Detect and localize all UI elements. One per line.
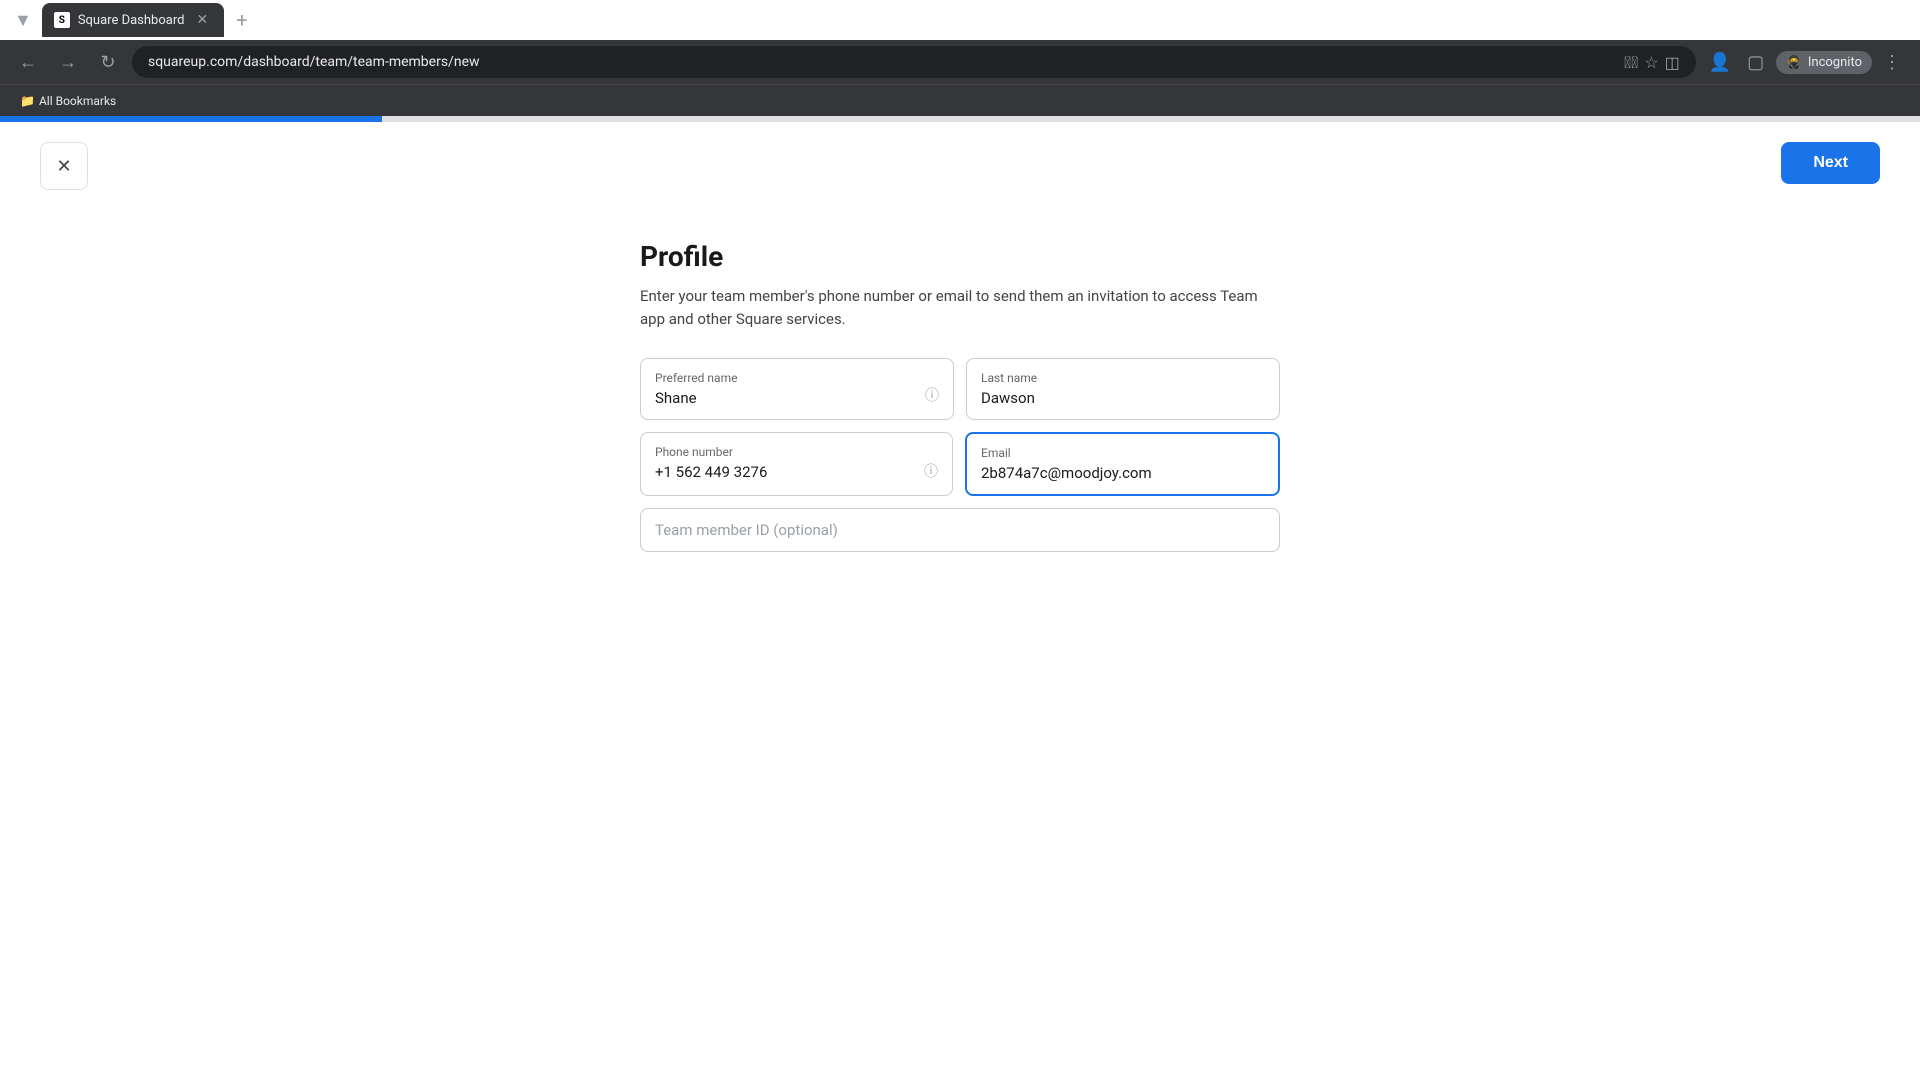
browser-chrome: ▼ S Square Dashboard ✕ + ← → ↻ squareup.… bbox=[0, 0, 1920, 116]
preferred-name-info-icon[interactable]: ⓘ bbox=[925, 385, 939, 405]
phone-info-icon[interactable]: ⓘ bbox=[924, 461, 938, 481]
bookmarks-folder[interactable]: 📁 All Bookmarks bbox=[12, 90, 124, 112]
tab-bar: ▼ S Square Dashboard ✕ + bbox=[0, 0, 1920, 40]
star-icon[interactable]: ☆ bbox=[1644, 53, 1658, 72]
email-field[interactable]: Email 2b874a7c@moodjoy.com bbox=[965, 432, 1280, 496]
tab-title: Square Dashboard bbox=[78, 13, 185, 28]
email-label: Email bbox=[981, 446, 1264, 460]
incognito-label: Incognito bbox=[1808, 55, 1862, 70]
team-id-row: Team member ID (optional) bbox=[640, 508, 1280, 552]
form-description: Enter your team member's phone number or… bbox=[640, 285, 1280, 330]
preferred-name-value: Shane bbox=[655, 389, 939, 407]
url-display: squareup.com/dashboard/team/team-members… bbox=[148, 54, 1616, 70]
top-bar: ✕ Next bbox=[40, 142, 1880, 190]
extension-icon[interactable]: ◫ bbox=[1665, 53, 1680, 72]
form-title: Profile bbox=[640, 240, 1280, 273]
close-button[interactable]: ✕ bbox=[40, 142, 88, 190]
address-bar[interactable]: squareup.com/dashboard/team/team-members… bbox=[132, 46, 1696, 78]
preferred-name-label: Preferred name bbox=[655, 371, 939, 385]
team-member-id-field[interactable]: Team member ID (optional) bbox=[640, 508, 1280, 552]
profile-button[interactable]: 👤 bbox=[1704, 46, 1736, 78]
last-name-label: Last name bbox=[981, 371, 1265, 385]
browser-toolbar: ← → ↻ squareup.com/dashboard/team/team-m… bbox=[0, 40, 1920, 84]
contact-row: Phone number +1 562 449 3276 ⓘ Email 2b8… bbox=[640, 432, 1280, 496]
bookmarks-label: All Bookmarks bbox=[39, 94, 116, 108]
toolbar-right: 👤 ▢ 🥷 Incognito ⋮ bbox=[1704, 46, 1908, 78]
phone-value: +1 562 449 3276 bbox=[655, 463, 938, 481]
sidebar-button[interactable]: ▢ bbox=[1740, 46, 1772, 78]
phone-field[interactable]: Phone number +1 562 449 3276 ⓘ bbox=[640, 432, 953, 496]
page-content: ✕ Next Profile Enter your team member's … bbox=[0, 122, 1920, 1080]
tab-dropdown-arrow[interactable]: ▼ bbox=[8, 6, 38, 35]
folder-icon: 📁 bbox=[20, 94, 35, 108]
last-name-field[interactable]: Last name Dawson bbox=[966, 358, 1280, 420]
email-value: 2b874a7c@moodjoy.com bbox=[981, 464, 1264, 482]
forward-button[interactable]: → bbox=[52, 46, 84, 78]
active-tab[interactable]: S Square Dashboard ✕ bbox=[42, 3, 224, 37]
address-bar-icons: 👁̸ ☆ ◫ bbox=[1624, 53, 1680, 72]
menu-button[interactable]: ⋮ bbox=[1876, 46, 1908, 78]
last-name-value: Dawson bbox=[981, 389, 1265, 407]
back-button[interactable]: ← bbox=[12, 46, 44, 78]
reload-button[interactable]: ↻ bbox=[92, 46, 124, 78]
incognito-indicator: 🥷 Incognito bbox=[1776, 51, 1872, 74]
next-button[interactable]: Next bbox=[1781, 142, 1880, 184]
incognito-icon: 🥷 bbox=[1786, 55, 1802, 70]
phone-label: Phone number bbox=[655, 445, 938, 459]
tab-favicon: S bbox=[54, 12, 70, 28]
name-row: Preferred name Shane ⓘ Last name Dawson bbox=[640, 358, 1280, 420]
team-member-id-placeholder: Team member ID (optional) bbox=[655, 521, 1265, 539]
preferred-name-field[interactable]: Preferred name Shane ⓘ bbox=[640, 358, 954, 420]
form-area: Profile Enter your team member's phone n… bbox=[640, 220, 1280, 552]
tab-close-button[interactable]: ✕ bbox=[192, 10, 212, 30]
eye-off-icon: 👁̸ bbox=[1624, 53, 1638, 72]
new-tab-button[interactable]: + bbox=[228, 8, 255, 32]
bookmarks-bar: 📁 All Bookmarks bbox=[0, 84, 1920, 116]
